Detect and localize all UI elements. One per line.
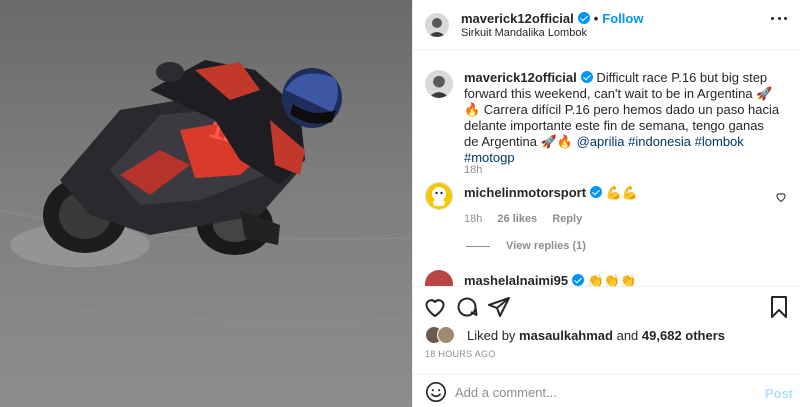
verified-icon bbox=[590, 186, 603, 198]
verified-icon bbox=[572, 274, 585, 286]
view-replies-button[interactable]: View replies (1) bbox=[466, 240, 586, 252]
likes-count[interactable]: 49,682 others bbox=[642, 328, 725, 343]
more-icon[interactable] bbox=[771, 17, 787, 21]
post-image[interactable]: 12 bbox=[0, 0, 412, 407]
hashtag-link[interactable]: #motogp bbox=[464, 150, 515, 165]
comment-text-line: michelinmotorsport 💪💪 bbox=[464, 185, 638, 201]
caption-avatar[interactable] bbox=[425, 70, 453, 98]
comment-input[interactable] bbox=[455, 381, 755, 403]
comment-meta: 18h 26 likes Reply bbox=[464, 213, 594, 225]
post-timestamp[interactable]: 18 HOURS AGO bbox=[425, 349, 496, 359]
follow-button[interactable]: Follow bbox=[602, 11, 643, 26]
verified-icon bbox=[580, 71, 593, 83]
comment-text: 👏👏👏 bbox=[587, 273, 637, 286]
hashtag-link[interactable]: #indonesia bbox=[628, 134, 691, 149]
liker-username[interactable]: masaulkahmad bbox=[519, 328, 613, 343]
comment-icon[interactable] bbox=[455, 295, 479, 319]
motorcycle-photo: 12 bbox=[0, 0, 412, 407]
comment-username[interactable]: michelinmotorsport bbox=[464, 185, 586, 200]
comment-text-line: mashelalnaimi95 👏👏👏 bbox=[464, 273, 636, 286]
likes-row: Liked by masaulkahmad and 49,682 others bbox=[425, 326, 785, 344]
add-comment-bar: Post bbox=[413, 374, 800, 407]
commenter-avatar[interactable] bbox=[425, 182, 453, 210]
comment-username[interactable]: mashelalnaimi95 bbox=[464, 273, 568, 286]
caption-username[interactable]: maverick12official bbox=[464, 70, 577, 85]
likes-middle: and bbox=[612, 328, 642, 343]
post-button[interactable]: Post bbox=[765, 386, 793, 401]
separator-dot: • bbox=[593, 11, 599, 26]
author-username[interactable]: maverick12official bbox=[461, 11, 574, 26]
emoji-icon[interactable] bbox=[425, 381, 447, 403]
share-icon[interactable] bbox=[487, 295, 511, 319]
verified-icon bbox=[577, 12, 590, 24]
post-header: maverick12official • Follow Sirkuit Mandal… bbox=[413, 0, 800, 50]
mention-link[interactable]: @aprilia bbox=[577, 134, 625, 149]
author-avatar[interactable] bbox=[425, 13, 449, 37]
action-bar bbox=[413, 286, 800, 326]
comments-section: maverick12official Difficult race P.16 b… bbox=[413, 51, 800, 286]
reply-button[interactable]: Reply bbox=[552, 213, 582, 225]
comment-likes[interactable]: 26 likes bbox=[497, 213, 537, 225]
hashtag-link[interactable]: #lombok bbox=[695, 134, 744, 149]
comment-heart-icon[interactable] bbox=[775, 191, 787, 203]
bookmark-icon[interactable] bbox=[767, 295, 791, 319]
commenter-avatar[interactable] bbox=[425, 270, 453, 286]
liker-avatar[interactable] bbox=[437, 326, 455, 344]
caption-text: maverick12official Difficult race P.16 b… bbox=[464, 70, 780, 166]
comment-text: 💪💪 bbox=[605, 185, 639, 200]
heart-icon[interactable] bbox=[423, 295, 447, 319]
likes-summary: Liked by masaulkahmad and 49,682 others bbox=[467, 328, 725, 343]
comment-time[interactable]: 18h bbox=[464, 213, 482, 225]
location-link[interactable]: Sirkuit Mandalika Lombok bbox=[461, 27, 587, 39]
caption-time[interactable]: 18h bbox=[464, 164, 482, 176]
post-panel: maverick12official • Follow Sirkuit Mandal… bbox=[412, 0, 800, 407]
author-line: maverick12official • Follow bbox=[461, 11, 643, 26]
likes-prefix: Liked by bbox=[467, 328, 520, 343]
